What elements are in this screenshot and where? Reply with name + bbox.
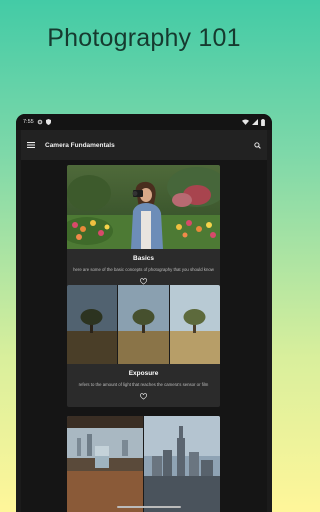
status-bar: 7:55: [16, 114, 272, 130]
signal-icon: [252, 119, 258, 125]
card-description: here are some of the basic concepts of p…: [73, 267, 214, 272]
card-title: Basics: [133, 255, 154, 262]
menu-icon[interactable]: [27, 142, 35, 148]
card-description: refers to the amount of light that reach…: [78, 382, 209, 387]
heart-outline-icon[interactable]: [140, 278, 147, 285]
third-card-image: [67, 416, 220, 512]
card-list[interactable]: Basics here are some of the basic concep…: [21, 160, 267, 512]
search-icon[interactable]: [254, 141, 261, 149]
card-third[interactable]: [67, 416, 220, 512]
card-exposure[interactable]: Exposure refers to the amount of light t…: [67, 285, 220, 407]
wifi-icon: [242, 119, 249, 125]
shield-status-icon: [45, 119, 51, 125]
promo-title: Photography 101: [47, 24, 241, 52]
status-time: 7:55: [23, 119, 34, 125]
gesture-bar: [117, 506, 181, 508]
exposure-image: [67, 285, 220, 364]
battery-icon: [261, 118, 265, 126]
app-bar: Camera Fundamentals: [21, 130, 267, 160]
heart-outline-icon[interactable]: [140, 393, 147, 400]
card-title: Exposure: [128, 370, 159, 377]
device-frame: 7:55 Camera Fundamentals Basics here are…: [16, 114, 272, 512]
basics-image: [67, 165, 220, 249]
card-basics[interactable]: Basics here are some of the basic concep…: [67, 165, 220, 290]
settings-status-icon: [37, 119, 42, 125]
app-title: Camera Fundamentals: [45, 141, 115, 149]
